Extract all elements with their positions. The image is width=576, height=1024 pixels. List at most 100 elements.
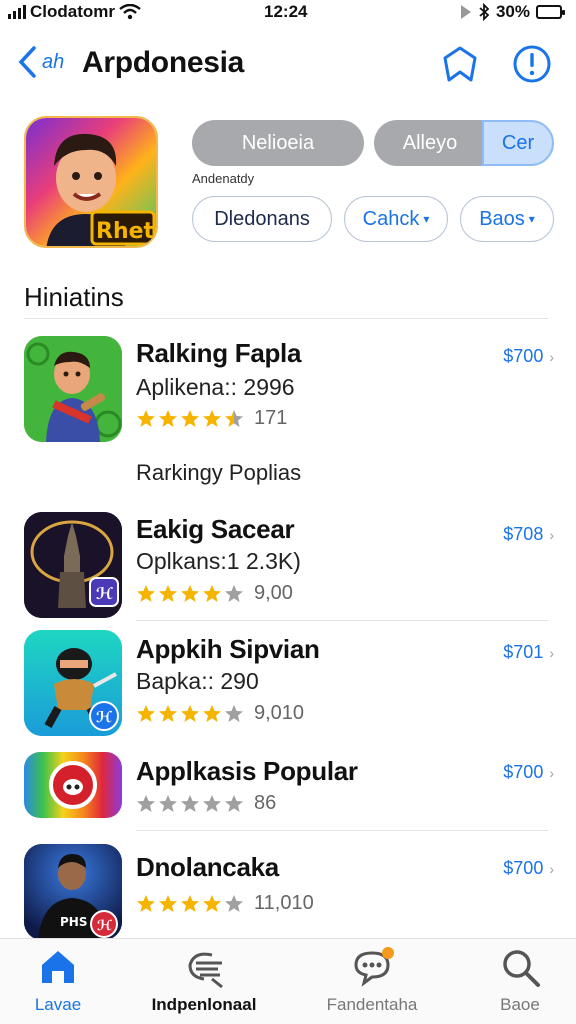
filter-button-1[interactable]: Dledonans xyxy=(192,196,332,242)
status-right: 30% xyxy=(460,2,565,22)
app-icon-1[interactable] xyxy=(24,336,122,442)
star-icon xyxy=(137,409,155,427)
app-name-5[interactable]: Dnolancaka xyxy=(136,852,279,883)
featured-app-icon[interactable]: Rheti xyxy=(24,116,158,248)
bluetooth-icon xyxy=(479,3,490,21)
bookmark-icon[interactable] xyxy=(440,44,480,84)
app-icon-4[interactable] xyxy=(24,752,122,818)
signal-icon xyxy=(8,5,26,19)
app-subtitle-3: Bapka:: 290 xyxy=(136,668,259,694)
divider xyxy=(136,620,548,621)
search-icon xyxy=(503,950,540,987)
filter-dropdown-3[interactable]: Baos ▾ xyxy=(460,196,554,242)
chevron-right-icon: › xyxy=(549,860,554,877)
star-icon xyxy=(137,794,155,812)
star-icon xyxy=(181,704,199,722)
app-price-2: $708 xyxy=(503,524,544,544)
divider xyxy=(136,830,548,831)
battery-percent: 30% xyxy=(495,2,530,21)
app-subtitle-1: Aplikena:: 2996 xyxy=(136,374,295,400)
tab-chat-label: Fandentaha xyxy=(326,995,418,1014)
price-button-4[interactable]: $700 › xyxy=(503,762,554,783)
app-price-3: $701 xyxy=(503,642,544,662)
header-caption: Andenatdy xyxy=(192,171,255,186)
tab-list[interactable]: Indpenlonaal xyxy=(134,945,274,1015)
price-button-3[interactable]: $701 › xyxy=(503,642,554,663)
segment-button-1[interactable]: Nelioeia xyxy=(192,120,364,166)
tab-search[interactable]: Baoe xyxy=(450,945,576,1015)
star-rating xyxy=(136,704,244,724)
app-icon-2[interactable]: ℋ xyxy=(24,512,122,618)
chevron-right-icon: › xyxy=(549,644,554,661)
filter-dropdown-3-label: Baos xyxy=(479,207,525,230)
tab-chat[interactable]: Fandentaha xyxy=(302,945,442,1015)
star-icon xyxy=(181,794,199,812)
star-rating xyxy=(136,409,244,429)
home-icon xyxy=(42,951,74,983)
svg-text:ℋ: ℋ xyxy=(96,584,114,603)
status-bar: Clodatomr 12:24 30% xyxy=(0,0,576,26)
star-icon xyxy=(203,894,221,912)
star-rating xyxy=(136,794,244,814)
app-rating-1: 171 xyxy=(136,407,287,430)
svg-text:PHS: PHS xyxy=(60,915,87,929)
app-rating-2: 9,00 xyxy=(136,582,293,605)
price-button-5[interactable]: $700 › xyxy=(503,858,554,879)
star-icon xyxy=(203,409,221,427)
app-name-3[interactable]: Appkih Sipvian xyxy=(136,634,320,665)
star-icon xyxy=(203,704,221,722)
star-icon xyxy=(203,794,221,812)
app-name-2[interactable]: Eakig Sacear xyxy=(136,514,295,545)
divider xyxy=(24,318,548,319)
tab-home[interactable]: Lavae xyxy=(0,945,128,1015)
app-icon-5[interactable]: PHS ℋ xyxy=(24,844,122,940)
back-button[interactable]: ah xyxy=(16,44,64,80)
star-icon xyxy=(181,894,199,912)
star-icon xyxy=(181,584,199,602)
app-subtitle-2: Oplkans:1 2.3K) xyxy=(136,548,301,574)
app-name-4[interactable]: Applkasis Popular xyxy=(136,756,358,787)
list-icon xyxy=(188,952,223,989)
app-rating-3: 9,010 xyxy=(136,702,304,725)
star-icon xyxy=(137,584,155,602)
chevron-down-icon: ▾ xyxy=(423,212,430,226)
info-icon[interactable] xyxy=(512,44,552,84)
star-icon xyxy=(137,894,155,912)
tab-search-label: Baoe xyxy=(500,995,540,1014)
star-rating xyxy=(136,584,244,604)
nav-bar: ah Arpdonesia xyxy=(0,36,576,92)
rating-count-2: 9,00 xyxy=(254,582,293,604)
chevron-down-icon: ▾ xyxy=(528,212,535,226)
app-icon-3[interactable]: ℋ xyxy=(24,630,122,736)
price-button-1[interactable]: $700 › xyxy=(503,346,554,367)
clock: 12:24 xyxy=(264,2,308,21)
star-icon xyxy=(181,409,199,427)
star-icon xyxy=(159,584,177,602)
app-name-1[interactable]: Ralking Fapla xyxy=(136,338,301,369)
tab-list-label: Indpenlonaal xyxy=(151,995,257,1014)
app-rating-5: 11,010 xyxy=(136,892,314,915)
filter-dropdown-2[interactable]: Cahck ▾ xyxy=(344,196,448,242)
star-icon xyxy=(225,794,243,812)
battery-icon xyxy=(536,5,565,19)
star-icon xyxy=(159,704,177,722)
svg-text:ℋ: ℋ xyxy=(97,918,113,934)
star-icon xyxy=(203,584,221,602)
segment-button-2[interactable]: Alleyo xyxy=(374,120,486,166)
price-button-2[interactable]: $708 › xyxy=(503,524,554,545)
list-label: Rarkingy Poplias xyxy=(136,460,302,485)
wifi-icon xyxy=(119,4,141,20)
rating-count-4: 86 xyxy=(254,792,277,814)
app-price-1: $700 xyxy=(503,346,544,366)
chevron-right-icon: › xyxy=(549,764,554,781)
star-icon xyxy=(225,894,243,912)
star-icon xyxy=(225,409,243,427)
app-price-4: $700 xyxy=(503,762,544,782)
carrier-group: Clodatomr xyxy=(8,2,141,22)
chat-icon xyxy=(354,947,394,987)
app-rating-4: 86 xyxy=(136,792,276,815)
chevron-right-icon: › xyxy=(549,348,554,365)
page-title: Arpdonesia xyxy=(82,46,245,79)
back-label: ah xyxy=(42,50,65,73)
segment-button-3[interactable]: Cer xyxy=(482,120,554,166)
